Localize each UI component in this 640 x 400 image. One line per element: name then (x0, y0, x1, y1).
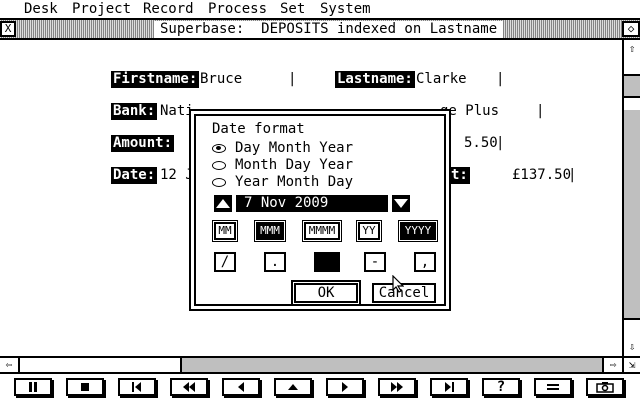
menu-bar: Desk Project Record Process Set System (0, 0, 640, 20)
skip-to-end-icon (445, 382, 454, 392)
eject-button[interactable] (274, 378, 312, 396)
step-back-icon (238, 382, 244, 392)
rewind-icon (183, 382, 195, 392)
firstname-label: Firstname: (111, 71, 200, 88)
fast-forward-button[interactable] (378, 378, 416, 396)
horizontal-scroll-thumb[interactable] (18, 358, 180, 372)
separator-dot-button[interactable]: . (264, 252, 286, 272)
separator-slash-button[interactable]: / (214, 252, 236, 272)
stop-icon (81, 383, 89, 391)
radio-unselected-icon[interactable] (212, 178, 226, 187)
mouse-pointer-icon (392, 275, 404, 293)
total-value[interactable]: £137.50 (512, 167, 571, 184)
radio-month-day-year[interactable]: Month Day Year (212, 157, 353, 174)
menu-system[interactable]: System (320, 1, 371, 18)
format-mmmm-button[interactable]: MMMM (302, 220, 342, 242)
field-separator: | (288, 71, 297, 87)
lastname-value[interactable]: Clarke (416, 71, 467, 88)
scroll-right-icon[interactable]: ⇨ (604, 358, 622, 372)
radio-label: Day Month Year (235, 140, 354, 156)
scroll-left-icon[interactable]: ⇦ (0, 358, 18, 372)
pause-icon (29, 382, 37, 392)
camera-icon (596, 382, 614, 393)
help-button[interactable]: ? (482, 378, 520, 396)
radio-label: Month Day Year (235, 157, 354, 173)
amount-label: Amount: (111, 135, 175, 152)
camera-button[interactable] (586, 378, 624, 396)
field-separator: | (568, 167, 577, 183)
vertical-scrollbar[interactable]: ⇧ ⇩ (622, 40, 640, 358)
field-separator: | (496, 135, 505, 151)
radio-unselected-icon[interactable] (212, 161, 226, 170)
first-record-button[interactable] (118, 378, 156, 396)
firstname-value[interactable]: Bruce (200, 71, 242, 88)
record-toolbar: ? (0, 374, 640, 400)
menu-desk[interactable]: Desk (24, 1, 58, 18)
radio-year-month-day[interactable]: Year Month Day (212, 174, 353, 191)
total-label: t: (449, 167, 470, 184)
bank-label: Bank: (111, 103, 158, 120)
date-label: Date: (111, 167, 158, 184)
format-yy-button[interactable]: YY (356, 220, 382, 242)
fast-forward-icon (391, 382, 403, 392)
help-icon: ? (496, 379, 506, 395)
dialog-frame: Date format Day Month Year Month Day Yea… (194, 114, 446, 306)
radio-selected-icon[interactable] (212, 144, 226, 153)
menu-project[interactable]: Project (72, 1, 131, 18)
date-preview-selector: 7 Nov 2009 (214, 195, 414, 212)
skip-to-start-icon (132, 382, 141, 392)
equals-icon (547, 384, 559, 390)
full-window-icon[interactable]: ◇ (622, 21, 640, 37)
cancel-button[interactable]: Cancel (372, 283, 436, 303)
horizontal-scroll-track[interactable] (180, 358, 604, 372)
radio-day-month-year[interactable]: Day Month Year (212, 140, 353, 157)
menu-process[interactable]: Process (208, 1, 267, 18)
previous-record-button[interactable] (222, 378, 260, 396)
window-title-bar[interactable]: X Superbase: DEPOSITS indexed on Lastnam… (0, 20, 640, 40)
amount-value[interactable]: 5.50 (464, 135, 498, 152)
stop-button[interactable] (66, 378, 104, 396)
next-record-button[interactable] (326, 378, 364, 396)
horizontal-scrollbar[interactable]: ⇦ ⇨ ⇲ (0, 356, 640, 374)
resize-window-icon[interactable]: ⇲ (622, 358, 640, 372)
format-mm-button[interactable]: MM (212, 220, 238, 242)
decrement-down-icon[interactable] (392, 195, 410, 212)
date-preview: 7 Nov 2009 (236, 195, 388, 212)
vertical-scroll-track[interactable] (624, 74, 640, 320)
field-separator: | (496, 71, 505, 87)
fast-rewind-button[interactable] (170, 378, 208, 396)
separator-comma-button[interactable]: , (414, 252, 436, 272)
ok-button[interactable]: OK (291, 280, 361, 306)
scroll-up-icon[interactable]: ⇧ (624, 40, 640, 58)
vertical-scroll-thumb[interactable] (624, 96, 640, 110)
close-window-icon[interactable]: X (0, 21, 16, 37)
menu-set[interactable]: Set (280, 1, 305, 18)
lastname-label: Lastname: (335, 71, 415, 88)
field-separator: | (536, 103, 545, 119)
separator-dash-button[interactable]: - (364, 252, 386, 272)
date-format-dialog: Date format Day Month Year Month Day Yea… (189, 109, 451, 311)
separator-space-button[interactable] (314, 252, 340, 272)
scroll-down-icon[interactable]: ⇩ (624, 338, 640, 356)
window-title: Superbase: DEPOSITS indexed on Lastname (154, 21, 504, 38)
menu-record[interactable]: Record (143, 1, 194, 18)
format-yyyy-button[interactable]: YYYY (398, 220, 438, 242)
format-mmm-button[interactable]: MMM (254, 220, 286, 242)
radio-label: Year Month Day (235, 174, 354, 190)
dialog-title: Date format (212, 121, 305, 137)
last-record-button[interactable] (430, 378, 468, 396)
eject-icon (288, 384, 298, 390)
play-icon (342, 382, 348, 392)
equals-button[interactable] (534, 378, 572, 396)
increment-up-icon[interactable] (214, 195, 232, 212)
pause-button[interactable] (14, 378, 52, 396)
